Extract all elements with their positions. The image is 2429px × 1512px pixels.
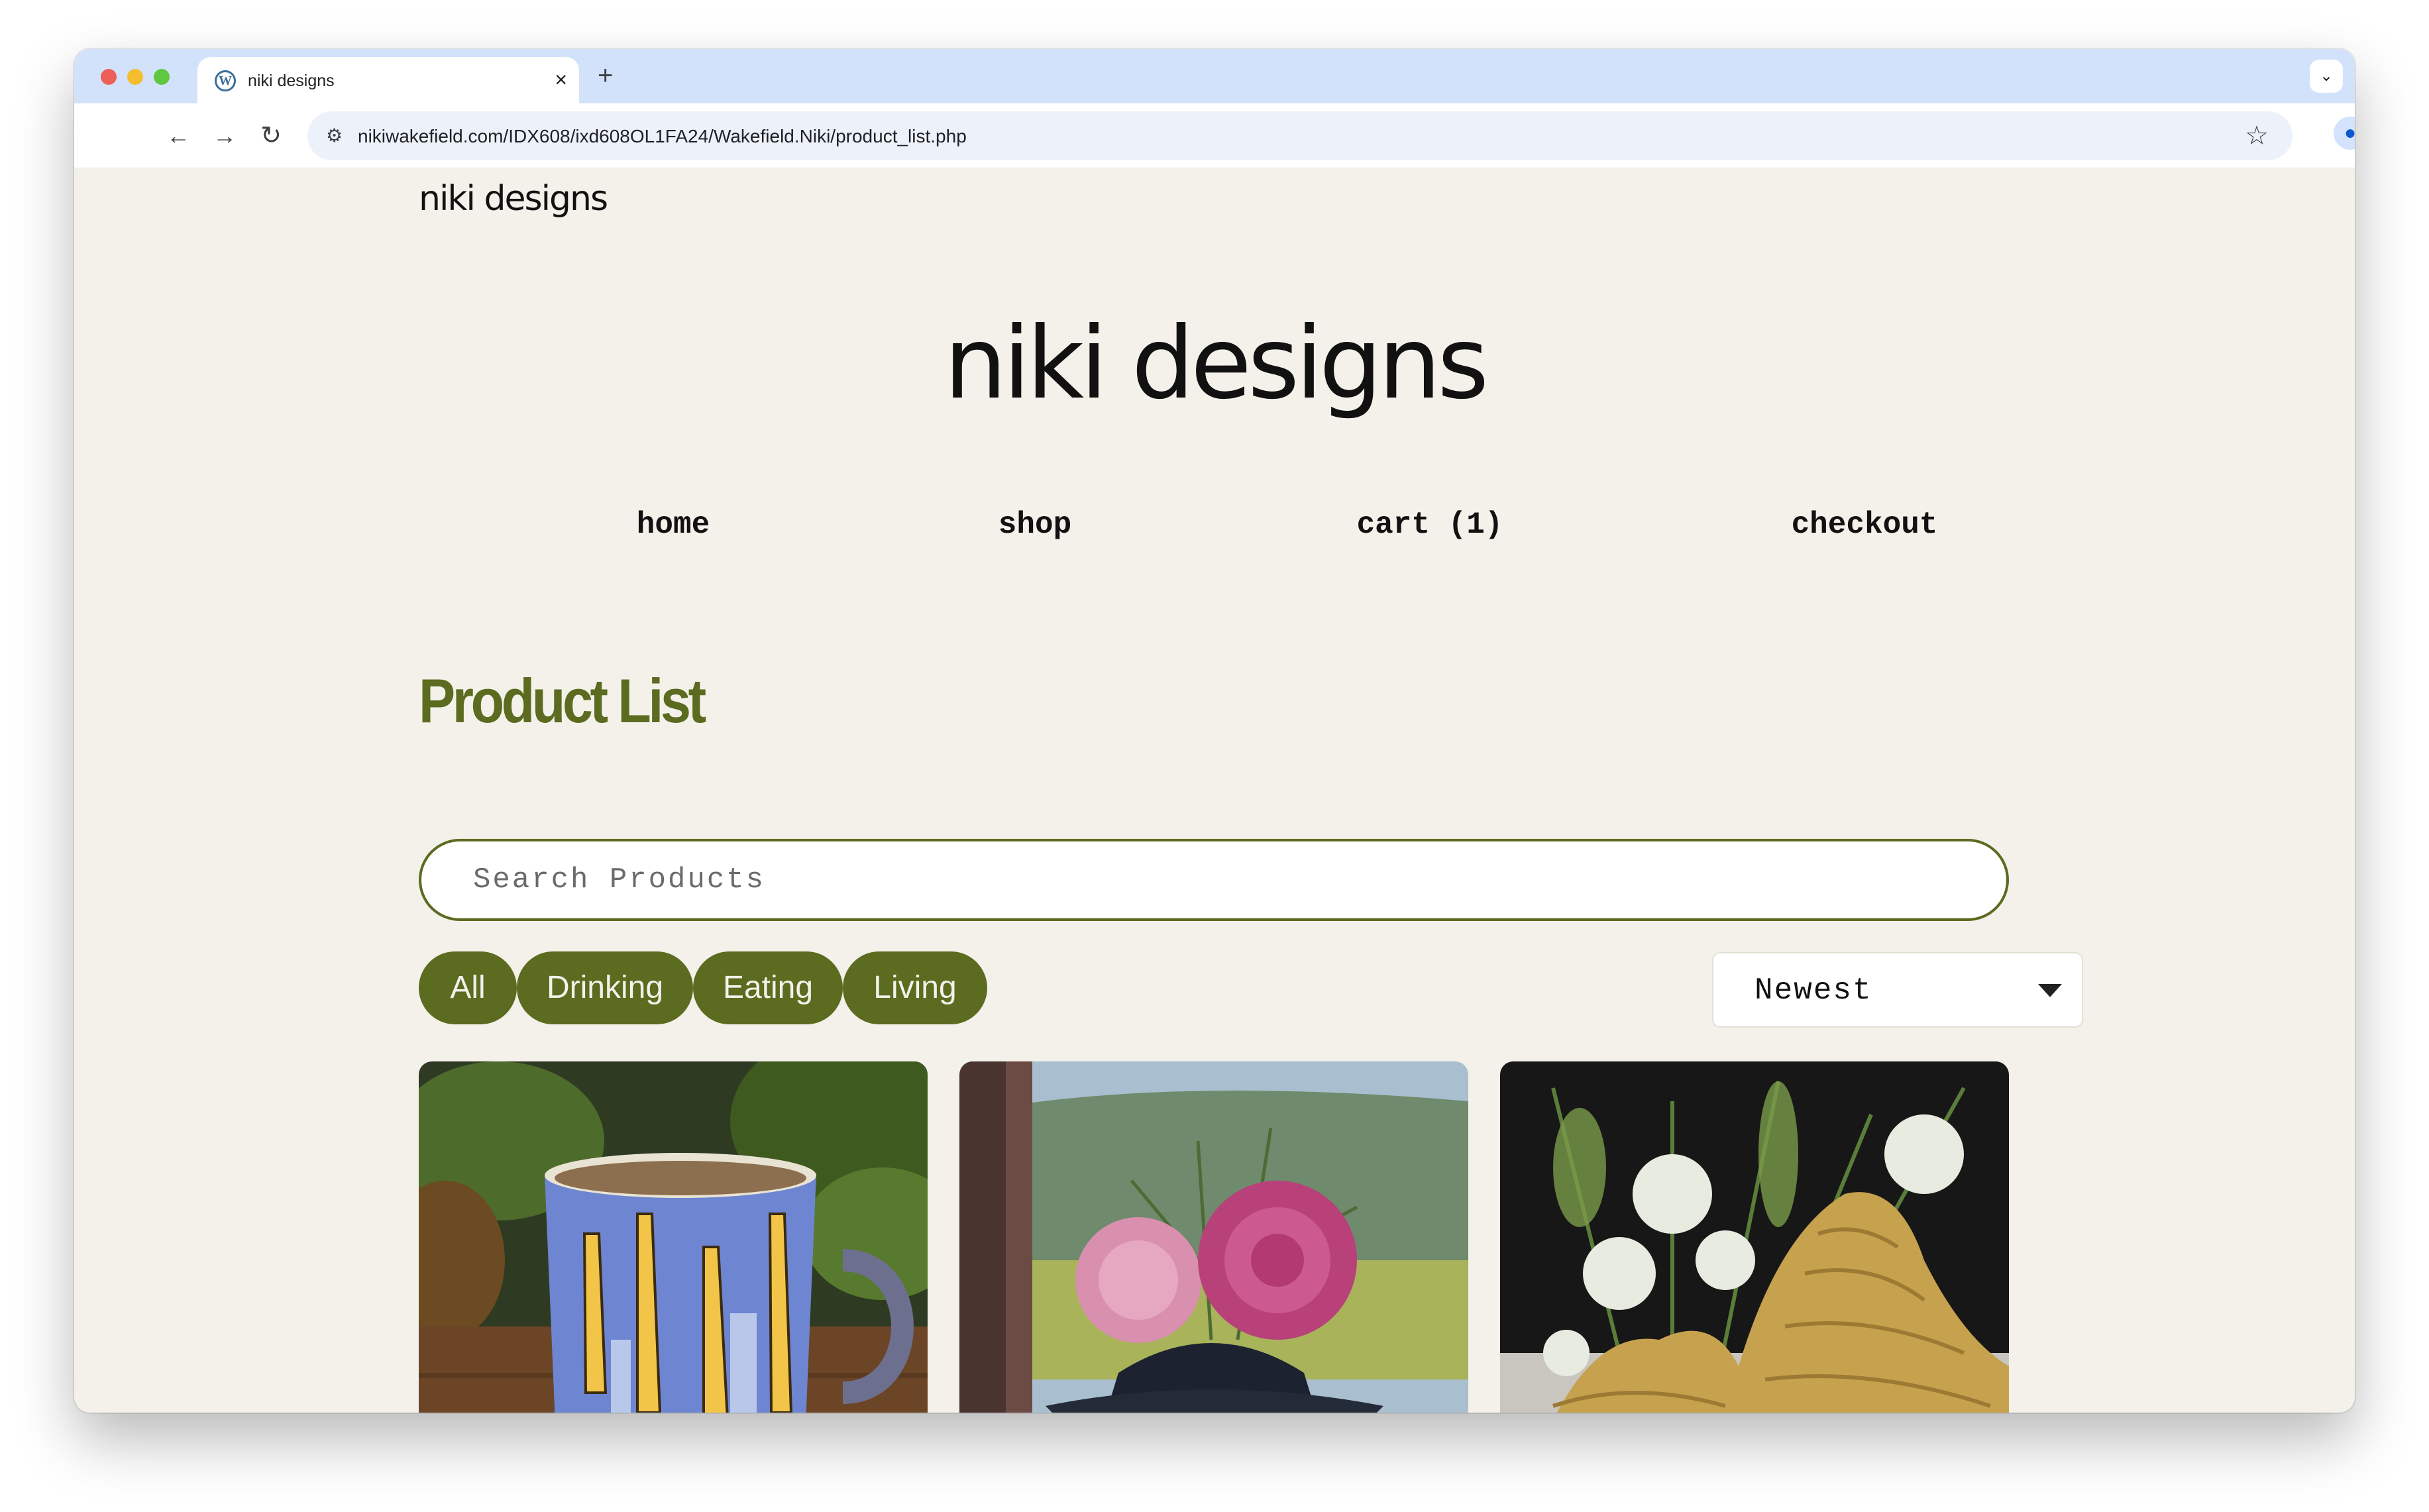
site-logo-small[interactable]: niki designs: [419, 179, 608, 219]
profile-icon[interactable]: ●: [2334, 117, 2355, 150]
product-card[interactable]: [1500, 1061, 2009, 1413]
chevron-down-icon: [2038, 984, 2062, 997]
new-tab-icon[interactable]: +: [598, 62, 613, 89]
forward-icon[interactable]: →: [208, 119, 241, 152]
address-bar[interactable]: ⚙ nikiwakefield.com/IDX608/ixd608OL1FA24…: [307, 111, 2293, 160]
sort-select[interactable]: Newest: [1712, 952, 2083, 1028]
close-tab-icon[interactable]: ×: [555, 68, 567, 91]
product-image-giraffe-mug[interactable]: [419, 1061, 928, 1413]
wordpress-icon: W: [215, 70, 236, 91]
nav-home[interactable]: home: [567, 508, 779, 542]
product-image-wildflower-vase[interactable]: [1500, 1061, 2009, 1413]
minimize-window-button[interactable]: [127, 69, 143, 85]
bookmark-star-icon[interactable]: ☆: [2245, 121, 2269, 151]
maximize-window-button[interactable]: [154, 69, 170, 85]
url-text[interactable]: nikiwakefield.com/IDX608/ixd608OL1FA24/W…: [358, 126, 967, 147]
browser-toolbar: ← → ↻ ⚙ nikiwakefield.com/IDX608/ixd608O…: [74, 103, 2355, 168]
nav-cart[interactable]: cart (1): [1297, 508, 1562, 542]
filter-eating-button[interactable]: Eating: [693, 951, 843, 1024]
filter-drinking-button[interactable]: Drinking: [517, 951, 693, 1024]
browser-window: W niki designs × + ⌄ ← → ↻ ⚙ nikiwakefie…: [74, 49, 2355, 1413]
close-window-button[interactable]: [101, 69, 117, 85]
tab-strip: W niki designs × + ⌄: [74, 49, 2355, 103]
page-title: Product List: [419, 666, 706, 735]
back-icon[interactable]: ←: [162, 119, 195, 152]
filter-living-button[interactable]: Living: [843, 951, 987, 1024]
filter-all-button[interactable]: All: [419, 951, 517, 1024]
site-logo-large: niki designs: [944, 306, 1489, 421]
nav-shop[interactable]: shop: [929, 508, 1141, 542]
sort-selected-value: Newest: [1754, 973, 1872, 1008]
tab-title: niki designs: [248, 72, 335, 90]
product-image-peony-vase[interactable]: [959, 1061, 1468, 1413]
site-settings-icon[interactable]: ⚙: [326, 126, 343, 146]
nav-checkout[interactable]: checkout: [1712, 508, 2017, 542]
reload-icon[interactable]: ↻: [254, 119, 288, 152]
tab-search-dropdown-icon[interactable]: ⌄: [2310, 60, 2343, 93]
search-input[interactable]: [419, 839, 2009, 921]
page-content: niki designs niki designs home shop cart…: [74, 168, 2355, 1413]
product-card[interactable]: [419, 1061, 928, 1413]
product-card[interactable]: [959, 1061, 1468, 1413]
browser-tab[interactable]: W niki designs ×: [197, 57, 579, 103]
